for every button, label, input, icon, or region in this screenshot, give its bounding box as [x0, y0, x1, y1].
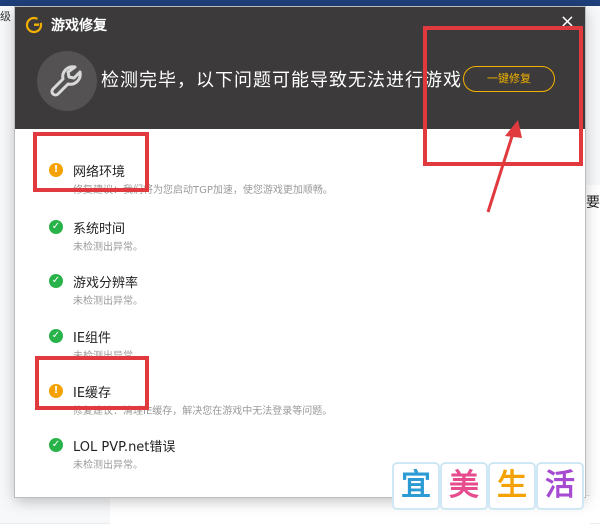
watermark-char: 活 — [536, 462, 584, 510]
item-title: LOL PVP.net错误 — [73, 440, 176, 455]
item-detail: 未检测出异常。 — [73, 460, 143, 471]
item-detail: 未检测出异常。 — [73, 242, 143, 253]
app-logo-icon — [25, 16, 43, 34]
list-item-resolution: ✓ 游戏分辨率 未检测出异常。 — [15, 266, 585, 316]
background-right-panel — [585, 185, 600, 523]
check-icon: ✓ — [49, 329, 63, 343]
watermark-char: 宜 — [392, 462, 440, 510]
watermark: 宜 美 生 活 — [392, 462, 585, 518]
item-title: IE组件 — [73, 331, 112, 346]
item-detail: 未检测出异常。 — [73, 296, 143, 307]
annotation-box-ie-cache — [35, 356, 149, 410]
annotation-box-network — [33, 132, 149, 192]
watermark-char: 生 — [488, 462, 536, 510]
scan-result-headline: 检测完毕，以下问题可能导致无法进行游戏 — [101, 70, 462, 91]
list-item-system-time: ✓ 系统时间 未检测出异常。 — [15, 212, 585, 262]
background-left-text: 级 — [0, 10, 11, 23]
check-icon: ✓ — [49, 274, 63, 288]
check-icon: ✓ — [49, 220, 63, 234]
dialog-title: 游戏修复 — [51, 18, 107, 34]
item-title: 游戏分辨率 — [73, 276, 139, 291]
item-title: 系统时间 — [73, 222, 126, 237]
wrench-icon — [37, 51, 97, 111]
annotation-arrow-icon — [486, 120, 522, 213]
check-icon: ✓ — [49, 438, 63, 452]
watermark-char: 美 — [440, 462, 488, 510]
